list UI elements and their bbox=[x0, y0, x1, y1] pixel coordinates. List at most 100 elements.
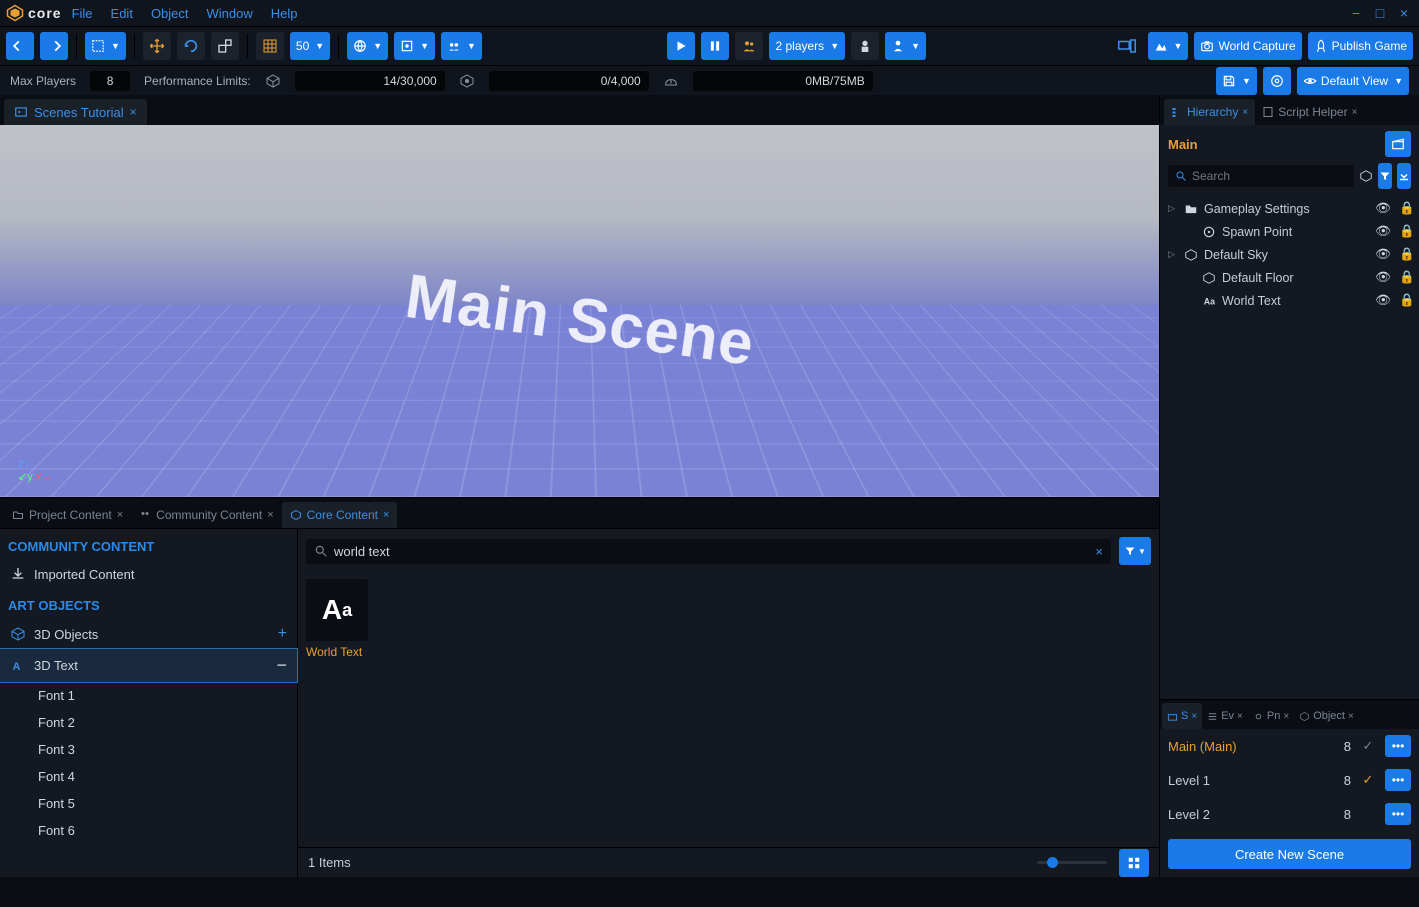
scale-tool-button[interactable] bbox=[211, 32, 239, 60]
viewport-3d[interactable]: Main Scene z↑↙y x→ ↖ bbox=[0, 125, 1159, 498]
players-dropdown[interactable]: 2 players▼ bbox=[769, 32, 845, 60]
lock-icon[interactable]: 🔒 bbox=[1399, 247, 1411, 262]
lock-icon[interactable]: 🔒 bbox=[1399, 270, 1411, 285]
pause-button[interactable] bbox=[701, 32, 729, 60]
clear-search-button[interactable]: × bbox=[1095, 544, 1103, 559]
menu-object[interactable]: Object bbox=[151, 6, 189, 21]
scene-row[interactable]: Main (Main) 8 ✓ ••• bbox=[1160, 729, 1419, 763]
visibility-toggle[interactable]: 👁 bbox=[1375, 247, 1393, 262]
tab-scenes-tutorial[interactable]: Scenes Tutorial × bbox=[4, 99, 147, 125]
hierarchy-cube-button[interactable] bbox=[1359, 163, 1373, 189]
hierarchy-search-box[interactable] bbox=[1168, 165, 1354, 187]
grid-view-button[interactable] bbox=[1119, 849, 1149, 877]
terrain-dropdown[interactable]: ▼ bbox=[1148, 32, 1189, 60]
scene-menu-button[interactable] bbox=[1385, 131, 1411, 157]
rotate-tool-button[interactable] bbox=[177, 32, 205, 60]
category-3d-objects[interactable]: 3D Objects + bbox=[0, 619, 297, 649]
content-search-input[interactable] bbox=[334, 544, 1089, 559]
group-mode-dropdown[interactable]: ▼ bbox=[441, 32, 482, 60]
world-space-dropdown[interactable]: ▼ bbox=[347, 32, 388, 60]
category-3d-text[interactable]: A 3D Text − bbox=[0, 649, 297, 682]
maximize-button[interactable]: □ bbox=[1371, 5, 1389, 21]
grid-toggle-button[interactable] bbox=[256, 32, 284, 60]
tab-scenes[interactable]: S× bbox=[1162, 703, 1202, 729]
collapse-icon[interactable]: − bbox=[276, 655, 287, 676]
tree-row[interactable]: ▷Gameplay Settings👁🔒 bbox=[1160, 197, 1419, 220]
screens-button[interactable] bbox=[1112, 32, 1142, 60]
scene-check-icon[interactable]: ✓ bbox=[1359, 772, 1377, 788]
camera-icon bbox=[1200, 39, 1214, 53]
visibility-toggle[interactable]: 👁 bbox=[1375, 293, 1393, 308]
tab-properties[interactable]: Pn× bbox=[1248, 703, 1294, 729]
tab-hierarchy[interactable]: Hierarchy× bbox=[1164, 99, 1255, 125]
snap-mode-dropdown[interactable]: ▼ bbox=[394, 32, 435, 60]
undo-button[interactable] bbox=[6, 32, 34, 60]
move-tool-button[interactable] bbox=[143, 32, 171, 60]
tree-row[interactable]: Default Floor👁🔒 bbox=[1160, 266, 1419, 289]
snap-value-dropdown[interactable]: 50▼ bbox=[290, 32, 330, 60]
close-icon[interactable]: × bbox=[130, 105, 137, 119]
select-tool-button[interactable]: ▼ bbox=[85, 32, 126, 60]
tab-project-content[interactable]: Project Content× bbox=[4, 502, 131, 528]
imported-content-row[interactable]: Imported Content bbox=[0, 560, 297, 588]
category-label: 3D Objects bbox=[34, 627, 98, 642]
expand-icon[interactable]: + bbox=[278, 625, 287, 643]
close-button[interactable]: × bbox=[1395, 5, 1413, 21]
create-new-scene-button[interactable]: Create New Scene bbox=[1168, 839, 1411, 869]
help-button[interactable] bbox=[1263, 67, 1291, 95]
font-row[interactable]: Font 6 bbox=[0, 817, 297, 844]
menu-help[interactable]: Help bbox=[271, 6, 298, 21]
font-row[interactable]: Font 2 bbox=[0, 709, 297, 736]
scene-options-button[interactable]: ••• bbox=[1385, 769, 1411, 791]
visibility-toggle[interactable]: 👁 bbox=[1375, 201, 1393, 216]
hierarchy-search-input[interactable] bbox=[1192, 169, 1347, 183]
tab-community-content[interactable]: Community Content× bbox=[131, 502, 281, 528]
visibility-toggle[interactable]: 👁 bbox=[1375, 224, 1393, 239]
thumbnail-size-slider[interactable] bbox=[363, 861, 1107, 864]
redo-button[interactable] bbox=[40, 32, 68, 60]
text-icon: Aa bbox=[1202, 294, 1216, 308]
tab-script-helper[interactable]: Script Helper× bbox=[1255, 99, 1364, 125]
visibility-toggle[interactable]: 👁 bbox=[1375, 270, 1393, 285]
world-capture-button[interactable]: World Capture bbox=[1194, 32, 1301, 60]
scene-row[interactable]: Level 1 8 ✓ ••• bbox=[1160, 763, 1419, 797]
hierarchy-filter-button[interactable] bbox=[1378, 163, 1392, 189]
menu-window[interactable]: Window bbox=[207, 6, 253, 21]
menu-edit[interactable]: Edit bbox=[111, 6, 133, 21]
filter-dropdown[interactable]: ▼ bbox=[1119, 537, 1151, 565]
lock-icon[interactable]: 🔒 bbox=[1399, 224, 1411, 239]
tree-row[interactable]: AaWorld Text👁🔒 bbox=[1160, 289, 1419, 312]
play-button[interactable] bbox=[667, 32, 695, 60]
font-row[interactable]: Font 3 bbox=[0, 736, 297, 763]
multiplayer-preview-button[interactable] bbox=[735, 32, 763, 60]
memory-icon bbox=[663, 73, 679, 89]
tab-events[interactable]: Ev× bbox=[1202, 703, 1248, 729]
font-row[interactable]: Font 4 bbox=[0, 763, 297, 790]
scene-options-button[interactable]: ••• bbox=[1385, 735, 1411, 757]
eye-icon bbox=[1303, 74, 1317, 88]
minimize-button[interactable]: − bbox=[1347, 5, 1365, 21]
menu-file[interactable]: File bbox=[72, 6, 93, 21]
scene-options-button[interactable]: ••• bbox=[1385, 803, 1411, 825]
category-label: Imported Content bbox=[34, 567, 134, 582]
bot-button[interactable] bbox=[851, 32, 879, 60]
tree-row[interactable]: Spawn Point👁🔒 bbox=[1160, 220, 1419, 243]
lock-icon[interactable]: 🔒 bbox=[1399, 201, 1411, 216]
default-view-dropdown[interactable]: Default View▼ bbox=[1297, 67, 1409, 95]
publish-game-button[interactable]: Publish Game bbox=[1308, 32, 1413, 60]
lock-icon[interactable]: 🔒 bbox=[1399, 293, 1411, 308]
save-button[interactable]: ▼ bbox=[1216, 67, 1257, 95]
hierarchy-collapse-button[interactable] bbox=[1397, 163, 1411, 189]
max-players-value[interactable]: 8 bbox=[90, 71, 130, 91]
scene-row[interactable]: Level 2 8 ••• bbox=[1160, 797, 1419, 831]
font-row[interactable]: Font 1 bbox=[0, 682, 297, 709]
asset-world-text[interactable]: Aa World Text bbox=[306, 579, 374, 659]
scene-check-icon[interactable]: ✓ bbox=[1359, 738, 1377, 754]
font-row[interactable]: Font 5 bbox=[0, 790, 297, 817]
content-search-box[interactable]: × bbox=[306, 539, 1111, 564]
tab-object[interactable]: Object× bbox=[1294, 703, 1359, 729]
tree-row[interactable]: ▷Default Sky👁🔒 bbox=[1160, 243, 1419, 266]
objects-count: 14/30,000 bbox=[295, 71, 445, 91]
character-dropdown[interactable]: ▼ bbox=[885, 32, 926, 60]
tab-core-content[interactable]: Core Content× bbox=[282, 502, 398, 528]
